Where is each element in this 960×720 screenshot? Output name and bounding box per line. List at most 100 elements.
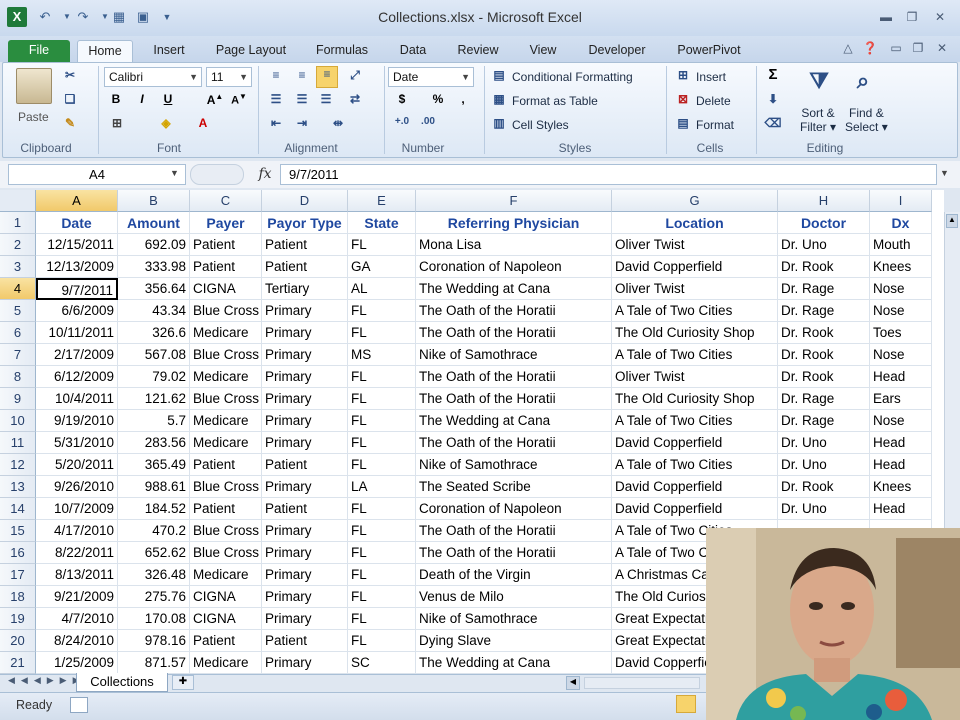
row-header[interactable]: 17 (0, 564, 36, 586)
cell-state[interactable]: AL (348, 278, 416, 300)
cell-date[interactable]: 9/7/2011 (36, 278, 118, 300)
cell-payor-type[interactable]: Primary (262, 542, 348, 564)
row-header[interactable]: 8 (0, 366, 36, 388)
cell-dx[interactable]: Head (870, 432, 932, 454)
cell-date[interactable]: 1/25/2009 (36, 652, 118, 674)
cell-amount[interactable]: 333.98 (118, 256, 190, 278)
cell-referring-physician[interactable]: Coronation of Napoleon (416, 498, 612, 520)
row-header[interactable]: 6 (0, 322, 36, 344)
font-name-combo[interactable]: Calibri ▼ (104, 67, 202, 87)
cell-referring-physician[interactable]: Death of the Virgin (416, 564, 612, 586)
cell-doctor[interactable]: Dr. Rook (778, 366, 870, 388)
header-state[interactable]: State (348, 212, 416, 234)
percent-icon[interactable]: % (430, 92, 446, 106)
sort-filter-icon[interactable]: ⧩ (804, 68, 834, 94)
cell-payor-type[interactable]: Primary (262, 564, 348, 586)
column-header-a[interactable]: A (36, 190, 118, 212)
cell-state[interactable]: FL (348, 234, 416, 256)
tab-home[interactable]: Home (77, 40, 133, 62)
cell-dx[interactable]: Mouth (870, 234, 932, 256)
cell-state[interactable]: MS (348, 344, 416, 366)
cell-payor-type[interactable]: Primary (262, 586, 348, 608)
cell-date[interactable]: 12/15/2011 (36, 234, 118, 256)
cell-payer[interactable]: Blue Cross (190, 388, 262, 410)
align-center-icon[interactable]: ☰ (292, 92, 312, 106)
fill-color-icon[interactable]: ◈ (156, 116, 176, 130)
cell-payer[interactable]: Blue Cross (190, 542, 262, 564)
cell-payor-type[interactable]: Primary (262, 432, 348, 454)
insert-cells-button[interactable]: Insert (696, 68, 726, 86)
cell-payer[interactable]: Blue Cross (190, 300, 262, 322)
tab-view[interactable]: View (520, 40, 566, 62)
cell-payer[interactable]: CIGNA (190, 278, 262, 300)
cell-date[interactable]: 10/4/2011 (36, 388, 118, 410)
cell-payer[interactable]: Patient (190, 498, 262, 520)
cell-date[interactable]: 12/13/2009 (36, 256, 118, 278)
cell-location[interactable]: The Old Curiosity Shop (612, 322, 778, 344)
cell-payor-type[interactable]: Primary (262, 608, 348, 630)
find-select-button[interactable]: Find & Select ▾ (845, 106, 888, 134)
cell-payor-type[interactable]: Tertiary (262, 278, 348, 300)
cell-date[interactable]: 5/31/2010 (36, 432, 118, 454)
cell-payer[interactable]: Blue Cross (190, 344, 262, 366)
tab-insert[interactable]: Insert (145, 40, 193, 62)
cell-doctor[interactable]: Dr. Rook (778, 322, 870, 344)
cell-referring-physician[interactable]: Venus de Milo (416, 586, 612, 608)
cell-location[interactable]: The Old Curiosity Shop (612, 388, 778, 410)
cell-referring-physician[interactable]: The Oath of the Horatii (416, 388, 612, 410)
cell-date[interactable]: 8/24/2010 (36, 630, 118, 652)
format-cells-button[interactable]: Format (696, 116, 734, 134)
font-size-combo[interactable]: 11 ▼ (206, 67, 252, 87)
cell-location[interactable]: A Tale of Two Cities (612, 300, 778, 322)
cell-payer[interactable]: Medicare (190, 410, 262, 432)
bold-icon[interactable]: B (108, 92, 124, 106)
cell-date[interactable]: 5/20/2011 (36, 454, 118, 476)
name-box[interactable]: A4 (8, 164, 186, 185)
borders-icon[interactable]: ⊞ (108, 116, 126, 130)
wb-minimize-icon[interactable]: ▭ (886, 40, 906, 56)
decrease-indent-icon[interactable]: ⇤ (266, 116, 286, 130)
sort-filter-button[interactable]: Sort & Filter ▾ (800, 106, 836, 134)
cell-date[interactable]: 9/26/2010 (36, 476, 118, 498)
cell-date[interactable]: 6/12/2009 (36, 366, 118, 388)
cell-payor-type[interactable]: Primary (262, 476, 348, 498)
cell-doctor[interactable]: Dr. Uno (778, 234, 870, 256)
cell-payer[interactable]: Patient (190, 256, 262, 278)
cell-referring-physician[interactable]: The Oath of the Horatii (416, 322, 612, 344)
cell-payer[interactable]: Patient (190, 234, 262, 256)
cell-amount[interactable]: 365.49 (118, 454, 190, 476)
cell-amount[interactable]: 326.48 (118, 564, 190, 586)
cell-amount[interactable]: 79.02 (118, 366, 190, 388)
cell-date[interactable]: 6/6/2009 (36, 300, 118, 322)
tab-page-layout[interactable]: Page Layout (208, 40, 294, 62)
cell-referring-physician[interactable]: The Oath of the Horatii (416, 300, 612, 322)
increase-indent-icon[interactable]: ⇥ (292, 116, 312, 130)
grow-font-icon[interactable]: A▲ (206, 92, 224, 107)
cell-referring-physician[interactable]: The Oath of the Horatii (416, 542, 612, 564)
cell-payer[interactable]: Patient (190, 454, 262, 476)
cell-payer[interactable]: Blue Cross (190, 476, 262, 498)
cell-dx[interactable]: Head (870, 366, 932, 388)
cell-state[interactable]: FL (348, 520, 416, 542)
format-as-table-button[interactable]: Format as Table (512, 92, 598, 110)
cell-payor-type[interactable]: Primary (262, 652, 348, 674)
cell-referring-physician[interactable]: Nike of Samothrace (416, 608, 612, 630)
cell-payor-type[interactable]: Primary (262, 322, 348, 344)
row-header[interactable]: 20 (0, 630, 36, 652)
row-header[interactable]: 13 (0, 476, 36, 498)
copy-icon[interactable]: ❏ (62, 92, 78, 106)
cell-payor-type[interactable]: Primary (262, 344, 348, 366)
cell-referring-physician[interactable]: The Oath of the Horatii (416, 366, 612, 388)
cell-payor-type[interactable]: Primary (262, 366, 348, 388)
restore-icon[interactable]: ❐ (902, 9, 922, 25)
scroll-left-icon[interactable]: ◀ (566, 676, 580, 690)
cell-state[interactable]: FL (348, 454, 416, 476)
cell-location[interactable]: David Copperfield (612, 476, 778, 498)
row-header[interactable]: 12 (0, 454, 36, 476)
cell-date[interactable]: 8/22/2011 (36, 542, 118, 564)
normal-view-icon[interactable] (676, 695, 696, 713)
cell-dx[interactable]: Head (870, 498, 932, 520)
cell-referring-physician[interactable]: The Seated Scribe (416, 476, 612, 498)
cell-date[interactable]: 2/17/2009 (36, 344, 118, 366)
currency-icon[interactable]: $ (394, 92, 410, 106)
